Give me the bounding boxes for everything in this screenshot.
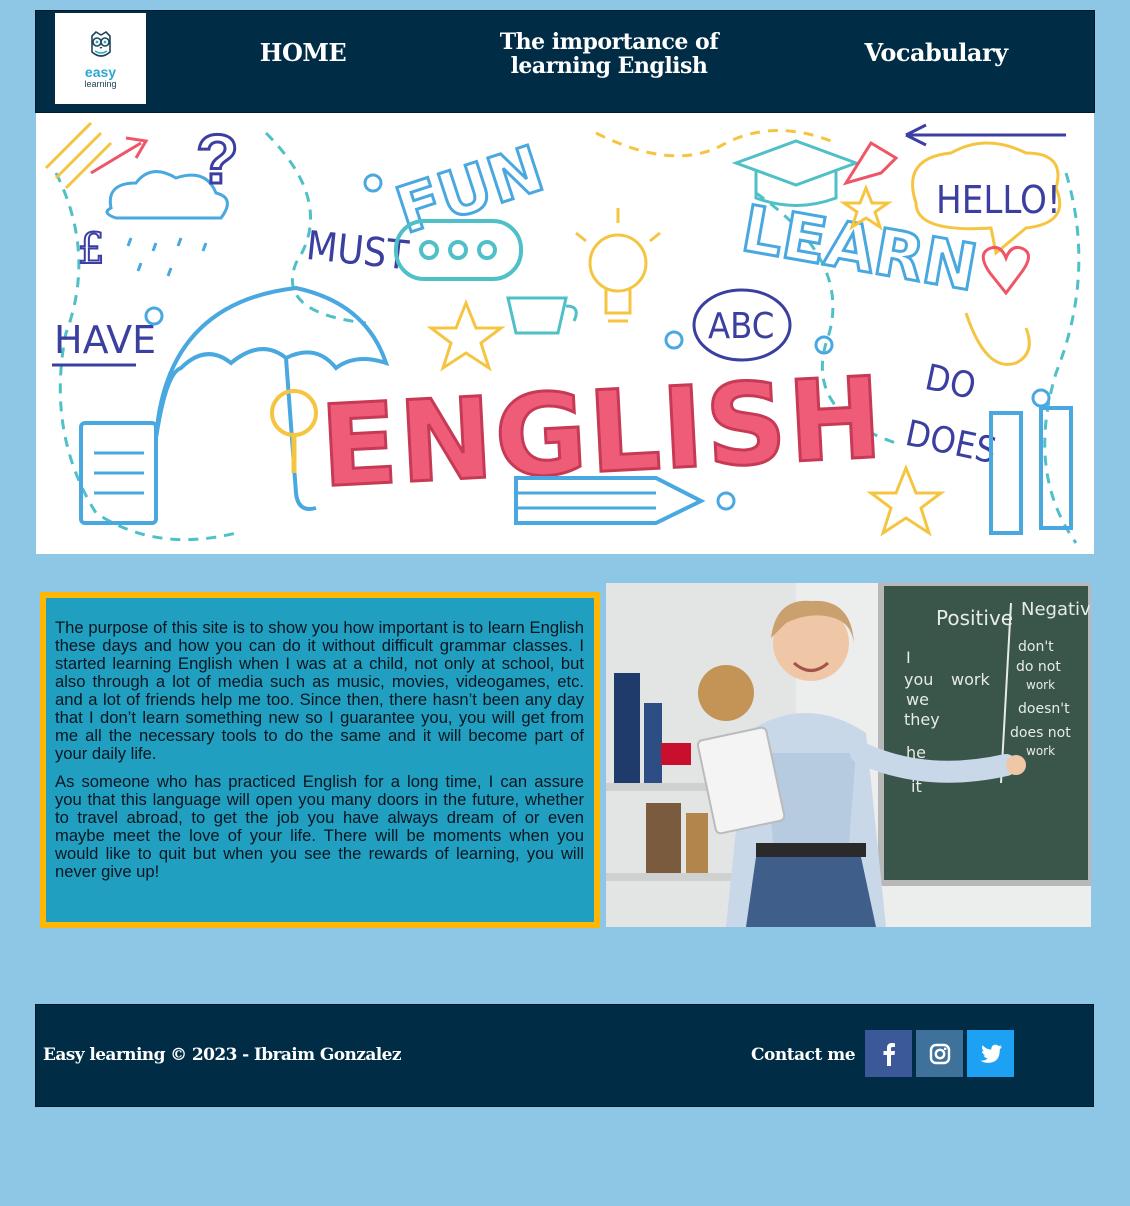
doodle-word-does: DOES [902, 413, 1000, 472]
site-footer: Easy learning © 2023 - Ibraim Gonzalez C… [35, 1004, 1094, 1107]
instagram-button[interactable] [916, 1030, 963, 1077]
twitter-button[interactable] [967, 1030, 1014, 1077]
site-logo[interactable]: easy learning [55, 13, 146, 104]
board-label-negative: Negative [1021, 599, 1091, 620]
footer-contact-label: Contact me [751, 1045, 856, 1065]
doodle-word-english: ENGLISH [318, 353, 888, 512]
nav-link-vocabulary[interactable]: Vocabulary [856, 38, 1016, 67]
teacher-at-blackboard-illustration: Positive Negative I you we they work he … [606, 583, 1091, 927]
instagram-icon [929, 1043, 950, 1064]
board-verb-work: work [951, 670, 990, 689]
doodle-word-have: HAVE [54, 318, 156, 362]
doodle-pound: £ [78, 224, 105, 273]
facebook-icon [883, 1042, 895, 1066]
doodle-question-mark: ? [196, 120, 239, 198]
board-pronoun-you: you [904, 670, 933, 689]
board-pronoun-they: they [904, 710, 940, 729]
footer-copyright: Easy learning © 2023 - Ibraim Gonzalez [43, 1045, 401, 1065]
nav-link-home[interactable]: HOME [248, 38, 358, 67]
intro-paragraph-2: As someone who has practiced English for… [55, 772, 584, 881]
board-pronoun-i: I [906, 648, 911, 667]
top-navigation: easy learning HOME The importance of lea… [35, 10, 1095, 113]
board-neg-do-not: do not [1016, 659, 1061, 675]
intro-paragraph-1: The purpose of this site is to show you … [55, 618, 584, 763]
nav-link-importance[interactable]: The importance of learning English [484, 30, 734, 78]
hero-banner-image: ? £ FUN MUST HAVE LEARN HELLO! ABC ENGLI… [36, 113, 1094, 554]
teacher-photo: Positive Negative I you we they work he … [606, 583, 1091, 927]
doodle-word-hello: HELLO! [936, 178, 1061, 222]
board-neg-does-not: does not [1010, 725, 1071, 741]
board-neg-work: work [1026, 678, 1055, 692]
twitter-icon [980, 1044, 1002, 1063]
board-neg-dont: don't [1018, 639, 1054, 655]
intro-text-box: The purpose of this site is to show you … [40, 592, 600, 928]
english-doodle-illustration: ? £ FUN MUST HAVE LEARN HELLO! ABC ENGLI… [44, 119, 1081, 544]
board-label-positive: Positive [936, 606, 1013, 630]
facebook-button[interactable] [865, 1030, 912, 1077]
owl-icon [90, 30, 111, 57]
logo-subtitle: learning [84, 78, 117, 89]
doodle-word-fun: FUN [388, 132, 553, 248]
board-neg-work-2: work [1026, 744, 1055, 758]
doodle-word-do: DO [921, 357, 979, 408]
board-pronoun-we: we [906, 690, 929, 709]
doodle-word-abc: ABC [708, 306, 774, 347]
logo-word: easy [84, 63, 117, 80]
board-neg-doesnt: doesn't [1018, 701, 1070, 717]
